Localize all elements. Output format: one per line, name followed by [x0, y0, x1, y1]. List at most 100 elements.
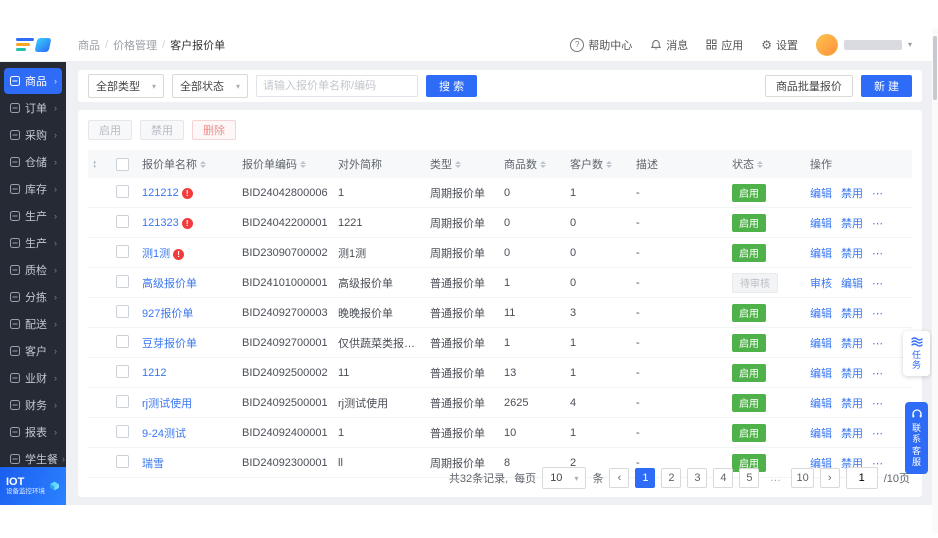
row-action-link[interactable]: 禁用	[841, 188, 863, 200]
sidebar-item-customers[interactable]: 客户 ›	[4, 338, 62, 364]
more-actions-icon[interactable]: ⋯	[872, 308, 884, 320]
sort-icon[interactable]	[455, 160, 461, 168]
row-checkbox[interactable]	[116, 364, 129, 378]
row-action-link[interactable]: 禁用	[841, 338, 863, 350]
row-action-link[interactable]: 禁用	[841, 428, 863, 440]
type-select[interactable]: 全部类型 ▾	[88, 74, 165, 98]
prev-page-button[interactable]: ‹	[609, 468, 630, 488]
sidebar-item-warehouse[interactable]: 仓储 ›	[4, 149, 62, 175]
more-actions-icon[interactable]: ⋯	[872, 398, 884, 410]
sidebar-item-production-1[interactable]: 生产 ›	[4, 203, 62, 229]
page-button[interactable]: 5	[739, 468, 760, 488]
sidebar-item-inventory[interactable]: 库存 ›	[4, 176, 62, 202]
column-header[interactable]: 客户数	[566, 156, 632, 172]
sidebar-item-delivery[interactable]: 配送 ›	[4, 311, 62, 337]
quotation-name-link[interactable]: rj测试使用	[142, 398, 192, 410]
row-action-link[interactable]: 编辑	[810, 398, 832, 410]
row-action-link[interactable]: 编辑	[810, 308, 832, 320]
column-header[interactable]: 报价单编码	[238, 156, 334, 172]
bulk-quote-button[interactable]: 商品批量报价	[764, 75, 853, 97]
row-action-link[interactable]: 禁用	[841, 248, 863, 260]
row-action-link[interactable]: 编辑	[810, 248, 832, 260]
page-button[interactable]: 10	[791, 468, 814, 488]
more-actions-icon[interactable]: ⋯	[872, 188, 884, 200]
page-button[interactable]: 2	[661, 468, 682, 488]
row-action-link[interactable]: 编辑	[810, 188, 832, 200]
select-all-checkbox[interactable]	[116, 157, 129, 171]
iot-footer[interactable]: IOT 设备监控环境	[0, 467, 66, 505]
disable-button[interactable]: 禁用	[140, 120, 184, 140]
more-actions-icon[interactable]: ⋯	[872, 368, 884, 380]
search-button[interactable]: 搜 索	[426, 75, 478, 97]
quotation-name-link[interactable]: 瑞雪	[142, 458, 164, 470]
task-float-button[interactable]: 任务	[903, 331, 930, 376]
scrollbar-thumb[interactable]	[933, 36, 937, 100]
apps-button[interactable]: 应用	[706, 37, 743, 53]
sidebar-item-finance[interactable]: 财务 ›	[4, 392, 62, 418]
page-button[interactable]: 3	[687, 468, 708, 488]
page-button[interactable]: 4	[713, 468, 734, 488]
page-button[interactable]: 1	[635, 468, 656, 488]
quotation-name-link[interactable]: 豆芽报价单	[142, 338, 197, 350]
more-actions-icon[interactable]: ⋯	[872, 218, 884, 230]
row-action-link[interactable]: 编辑	[810, 428, 832, 440]
row-checkbox[interactable]	[116, 274, 129, 288]
row-action-link[interactable]: 禁用	[841, 398, 863, 410]
row-action-link[interactable]: 编辑	[841, 278, 863, 290]
status-select[interactable]: 全部状态 ▾	[172, 74, 249, 98]
quotation-name-link[interactable]: 121212	[142, 187, 179, 199]
row-checkbox[interactable]	[116, 244, 129, 258]
sort-icon[interactable]	[540, 160, 546, 168]
row-checkbox[interactable]	[116, 184, 129, 198]
expand-all-icon[interactable]: ↕	[92, 158, 98, 170]
contact-service-button[interactable]: 联系客服	[905, 402, 928, 474]
row-checkbox[interactable]	[116, 454, 129, 468]
sidebar-item-business-finance[interactable]: 业财 ›	[4, 365, 62, 391]
column-header[interactable]: 描述	[632, 156, 728, 172]
column-header[interactable]: 操作	[806, 156, 912, 172]
quotation-name-link[interactable]: 高级报价单	[142, 278, 197, 290]
sidebar-item-quality[interactable]: 质检 ›	[4, 257, 62, 283]
sidebar-item-reports[interactable]: 报表 ›	[4, 419, 62, 445]
column-header[interactable]: 状态	[728, 156, 806, 172]
quotation-name-link[interactable]: 927报价单	[142, 308, 193, 320]
messages-button[interactable]: 消息	[650, 37, 688, 53]
sidebar-item-student-meals[interactable]: 学生餐 ›	[4, 446, 65, 467]
quotation-name-link[interactable]: 121323	[142, 217, 179, 229]
more-actions-icon[interactable]: ⋯	[872, 338, 884, 350]
more-actions-icon[interactable]: ⋯	[872, 248, 884, 260]
sort-icon[interactable]	[757, 160, 763, 168]
sidebar-item-production-2[interactable]: 生产 ›	[4, 230, 62, 256]
new-button[interactable]: 新 建	[860, 75, 912, 97]
quotation-name-link[interactable]: 1212	[142, 367, 166, 379]
next-page-button[interactable]: ›	[819, 468, 840, 488]
sort-icon[interactable]	[606, 160, 612, 168]
sidebar-item-products[interactable]: 商品 ›	[4, 68, 62, 94]
row-action-link[interactable]: 审核	[810, 278, 832, 290]
row-checkbox[interactable]	[116, 394, 129, 408]
row-action-link[interactable]: 禁用	[841, 308, 863, 320]
more-actions-icon[interactable]: ⋯	[872, 428, 884, 440]
delete-button[interactable]: 删除	[192, 120, 236, 140]
enable-button[interactable]: 启用	[88, 120, 132, 140]
user-menu[interactable]: ▾	[815, 33, 912, 56]
row-action-link[interactable]: 编辑	[810, 218, 832, 230]
help-center-button[interactable]: ? 帮助中心	[570, 37, 632, 53]
breadcrumb-products[interactable]: 商品	[78, 37, 100, 53]
row-checkbox[interactable]	[116, 334, 129, 348]
column-header[interactable]: 对外简称	[334, 156, 426, 172]
row-action-link[interactable]: 禁用	[841, 368, 863, 380]
sidebar-item-purchase[interactable]: 采购 ›	[4, 122, 62, 148]
per-page-select[interactable]: 10 ▾	[542, 467, 587, 489]
sort-icon[interactable]	[300, 160, 306, 168]
jump-page-input[interactable]	[845, 467, 878, 489]
column-header[interactable]: 商品数	[500, 156, 566, 172]
column-header[interactable]: 报价单名称	[138, 156, 238, 172]
sidebar-item-orders[interactable]: 订单 ›	[4, 95, 62, 121]
row-checkbox[interactable]	[116, 424, 129, 438]
sidebar-item-sorting[interactable]: 分拣 ›	[4, 284, 62, 310]
settings-button[interactable]: ⚙ 设置	[761, 37, 798, 53]
quotation-name-link[interactable]: 9-24测试	[142, 428, 186, 440]
search-input[interactable]	[256, 75, 419, 97]
row-checkbox[interactable]	[116, 214, 129, 228]
